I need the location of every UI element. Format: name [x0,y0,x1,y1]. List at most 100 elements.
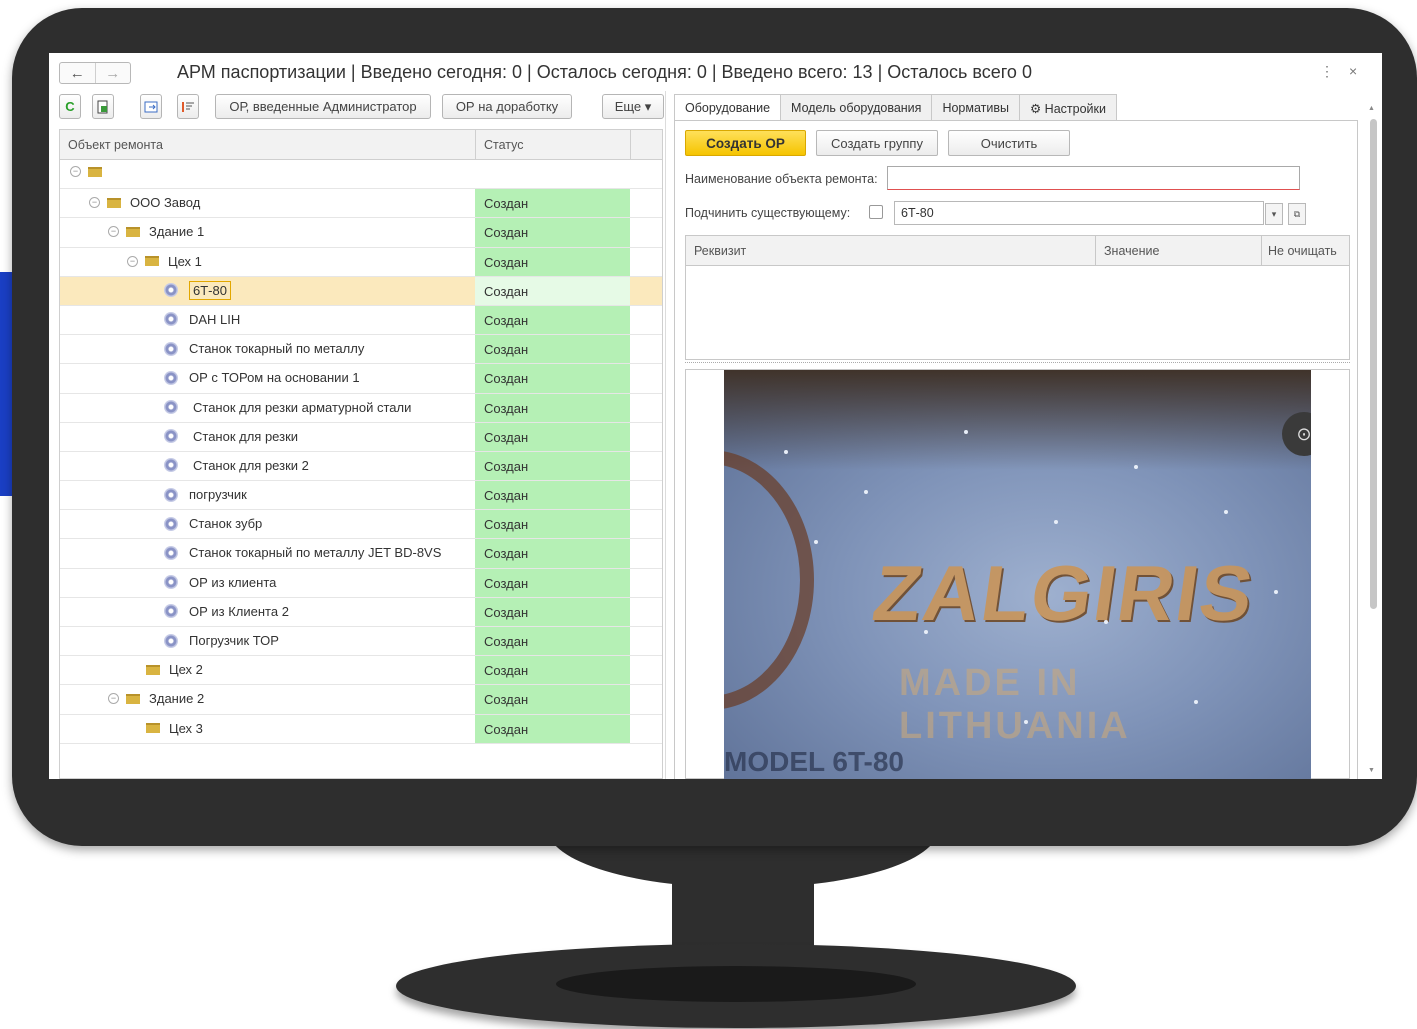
table-row[interactable]: DAH LIH Создан [60,305,662,336]
object-name-input[interactable] [887,166,1300,190]
column-header-value[interactable]: Значение [1104,244,1159,258]
folder-icon [146,723,160,734]
table-row[interactable]: Цех 3 Создан [60,714,662,744]
table-row[interactable]: − ООО Завод Создан [60,189,662,219]
row-name: ООО Завод [130,195,201,211]
create-group-button[interactable]: Создать группу [816,130,938,156]
tree-node: − [70,166,111,177]
column-header-status[interactable]: Статус [484,138,524,152]
tab-equipment[interactable]: Оборудование [674,94,782,121]
tree-node: Станок для резки арматурной стали [164,400,411,415]
equipment-gear-icon [164,283,178,298]
admin-entered-button[interactable]: ОР, введенные Администратор [215,94,431,119]
table-row[interactable]: − [60,160,662,190]
collapse-icon[interactable]: − [108,226,119,238]
column-separator [630,130,631,160]
column-separator [1261,236,1262,266]
table-row[interactable]: − Здание 1 Создан [60,218,662,248]
status-cell: Создан [475,627,630,656]
open-object-icon[interactable]: ⧉ [1288,203,1306,225]
column-header-attribute[interactable]: Реквизит [694,244,746,258]
tab-equipment-model[interactable]: Модель оборудования [781,94,933,121]
collapse-icon[interactable]: − [89,197,100,209]
row-name: Станок зубр [189,516,263,532]
tab-settings[interactable]: ⚙ Настройки [1019,94,1117,121]
row-name: Станок для резки 2 [193,457,309,473]
splitter[interactable] [685,362,1350,363]
properties-table: Реквизит Значение Не очищать [685,235,1350,360]
tree-node: − Здание 2 [108,691,204,706]
collapse-icon[interactable]: − [70,166,81,177]
photo-logo-ring [724,450,814,710]
status-cell: Создан [475,714,630,743]
row-name: Погрузчик ТОР [189,633,279,648]
sort-list-icon[interactable] [177,94,199,119]
folder-icon [145,256,159,267]
stage: { "window": { "title": "АРМ паспортизаци… [0,0,1417,1029]
photo-brand-text: ZALGIRIS [867,549,1261,637]
table-row[interactable]: Цех 2 Создан [60,656,662,686]
status-cell: Создан [475,305,630,335]
monitor-base-shadow [556,966,916,1002]
table-row[interactable]: − Здание 2 Создан [60,685,662,715]
properties-header: Реквизит Значение Не очищать [686,236,1349,266]
folder-icon [146,664,160,675]
tab-standards[interactable]: Нормативы [932,94,1020,121]
table-row[interactable]: ОР из клиента Создан [60,568,662,598]
rework-button[interactable]: ОР на доработку [442,94,572,119]
table-header: Объект ремонта Статус [60,130,662,160]
tree-node: 6Т-80 [164,280,231,300]
table-row[interactable]: ОР с ТОРом на основании 1 Создан [60,364,662,394]
add-document-icon[interactable] [92,94,114,119]
refresh-icon[interactable]: C [59,94,81,119]
chevron-down-icon[interactable]: ▾ [1265,203,1283,225]
folder-icon [126,693,140,704]
table-row-selected[interactable]: 6Т-80 Создан [60,276,662,306]
status-cell: Создан [475,218,630,247]
equipment-gear-icon [164,516,178,531]
scroll-down-icon[interactable]: ▼ [1368,767,1375,774]
create-repair-object-button[interactable]: Создать ОР [685,130,806,156]
tree-node: Цех 2 [146,662,203,677]
row-name: Здание 1 [149,224,205,240]
status-cell: Создан [475,597,630,626]
table-row[interactable]: Станок для резки арматурной стали Создан [60,393,662,423]
subordinate-checkbox[interactable] [869,205,883,219]
more-dropdown-button[interactable]: Еще ▾ [602,94,664,119]
table-row[interactable]: Станок для резки Создан [60,422,662,452]
photo-speck [784,450,788,454]
back-arrow-icon[interactable]: ← [60,63,95,83]
table-row[interactable]: Станок зубр Создан [60,510,662,540]
table-row[interactable]: погрузчик Создан [60,481,662,511]
equipment-gear-icon [164,429,178,444]
repair-objects-table: Объект ремонта Статус − − ООО Завод Созд… [59,129,663,779]
column-header-object[interactable]: Объект ремонта [68,138,163,152]
table-row[interactable]: Станок токарный по металлу Создан [60,335,662,365]
photo-speck [924,630,928,634]
export-icon[interactable] [140,94,162,119]
table-row[interactable]: Погрузчик ТОР Создан [60,627,662,657]
vertical-scrollbar[interactable]: ▲ ▼ [1367,105,1379,779]
table-row[interactable]: ОР из Клиента 2 Создан [60,597,662,627]
row-name: Цех 2 [169,662,203,678]
column-header-keep[interactable]: Не очищать [1268,244,1337,258]
panel-divider[interactable] [665,91,666,779]
tree-node: Станок для резки [164,429,298,444]
table-row[interactable]: Станок для резки 2 Создан [60,451,662,482]
tree-node: погрузчик [164,487,247,502]
photo-shadow [724,370,1311,470]
scroll-up-icon[interactable]: ▲ [1368,105,1375,112]
more-options-icon[interactable]: ⋮ [1320,63,1334,80]
subordinate-field[interactable]: 6Т-80 [894,201,1264,225]
close-icon[interactable]: × [1349,63,1357,79]
table-row[interactable]: − Цех 1 Создан [60,247,662,277]
scroll-thumb[interactable] [1370,119,1377,609]
table-row[interactable]: Станок токарный по металлу JET BD-8VS Со… [60,539,662,569]
photo-speck [864,490,868,494]
clear-button[interactable]: Очистить [948,130,1070,156]
collapse-icon[interactable]: − [127,255,138,267]
subordinate-label: Подчинить существующему: [685,206,851,220]
collapse-icon[interactable]: − [108,693,119,705]
equipment-nameplate-photo[interactable]: ZALGIRIS MADE IN LITHUANIA MODEL 6T-80 ⊙ [724,370,1311,779]
forward-arrow-icon[interactable]: → [94,63,131,83]
